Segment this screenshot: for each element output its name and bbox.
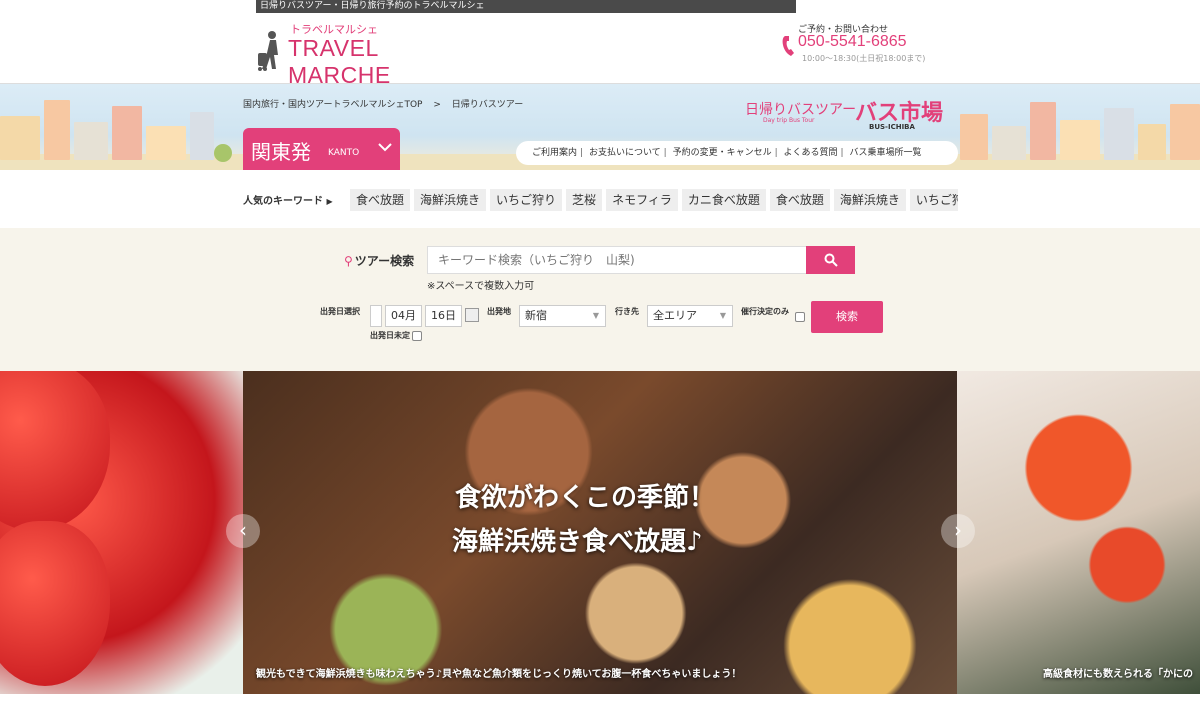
- subnav-change-cancel[interactable]: 予約の変更・キャンセル: [673, 148, 772, 158]
- search-button[interactable]: 検索: [811, 301, 883, 333]
- keyword-search-button[interactable]: [806, 246, 855, 274]
- keyword-search-input[interactable]: [427, 246, 807, 274]
- keywords-label: 人気のキーワード ▶: [243, 196, 333, 207]
- daytrip-bus-tour-label: 日帰りバスツアー Day trip Bus Tour: [745, 99, 857, 124]
- tour-search-panel: ⚲ツアー検索 ※スペースで複数入力可 出発日選択 04月 16日 出発地 新宿 …: [0, 228, 1200, 371]
- keyword-tag[interactable]: 食べ放題: [769, 189, 830, 211]
- slide-catchcopy-line2: 海鮮浜焼き食べ放題♪: [452, 527, 703, 557]
- day-select[interactable]: 16日: [425, 305, 462, 327]
- departure-select[interactable]: 新宿 ▼: [519, 305, 606, 327]
- building: [0, 116, 40, 160]
- busichiba-label: バス市場 BUS-ICHIBA: [855, 95, 943, 131]
- subnav-divider: |: [663, 148, 667, 158]
- search-icon: [824, 253, 838, 267]
- building: [1060, 120, 1100, 160]
- month-select[interactable]: 04月: [385, 305, 422, 327]
- site-header: トラベルマルシェ TRAVEL MARCHE ご予約・お問い合わせ 050-55…: [0, 13, 1200, 88]
- region-label: 関東発: [251, 140, 311, 164]
- keyword-tag[interactable]: 海鮮浜焼き: [833, 189, 906, 211]
- region-label-en: KANTO: [328, 148, 360, 158]
- subnav-divider: |: [580, 148, 584, 158]
- destination-label: 行き先: [615, 307, 639, 316]
- bus-market-logo[interactable]: 日帰りバスツアー Day trip Bus Tour バス市場 BUS-ICHI…: [745, 95, 945, 135]
- search-title: ⚲ ツアー検索: [344, 254, 415, 268]
- breadcrumb-home[interactable]: 国内旅行・国内ツアートラベルマルシェTOP: [243, 100, 422, 110]
- keyword-tag[interactable]: 食べ放題: [350, 189, 411, 211]
- strawberry-image: [0, 521, 110, 686]
- keyword-tag[interactable]: いちご狩り: [909, 189, 958, 211]
- contact-tel[interactable]: 050-5541-6865: [798, 33, 907, 51]
- destination-value: 全エリア: [653, 309, 697, 322]
- search-icon: ⚲: [344, 254, 353, 268]
- guaranteed-label: 催行決定のみ: [741, 307, 789, 316]
- building: [146, 126, 186, 160]
- building: [74, 122, 108, 160]
- keyword-tag[interactable]: いちご狩り: [490, 189, 563, 211]
- region-selector[interactable]: 関東発 KANTO: [243, 128, 400, 170]
- breadcrumb: 国内旅行・国内ツアートラベルマルシェTOP > 日帰りバスツアー: [243, 97, 531, 110]
- site-tagline: 日帰りバスツアー・日帰り旅行予約のトラベルマルシェ: [256, 0, 796, 13]
- daytrip-text: 日帰りバスツアー: [745, 102, 857, 118]
- busichiba-sub: BUS-ICHIBA: [869, 123, 915, 131]
- slide-caption-right: 高級食材にも数えられる「かにの: [1043, 669, 1193, 680]
- slider-next-button[interactable]: ›: [941, 514, 975, 548]
- departure-label: 出発地: [487, 307, 511, 316]
- slider-prev-button[interactable]: ‹: [226, 514, 260, 548]
- building: [112, 106, 142, 160]
- dropdown-arrow-icon: ▼: [592, 311, 599, 320]
- contact-hours: 10:00〜18:30(土日祝18:00まで): [802, 54, 926, 63]
- top-strip: 日帰りバスツアー・日帰り旅行予約のトラベルマルシェ: [0, 0, 1200, 13]
- building: [190, 112, 214, 160]
- triangle-right-icon: ▶: [326, 197, 333, 206]
- slide-catchcopy-line1: 食欲がわくこの季節！: [455, 483, 716, 513]
- hero-slider: 食欲がわくこの季節！ 海鮮浜焼き食べ放題♪ 観光もできて海鮮浜焼きも味わえちゃう…: [0, 371, 1200, 710]
- keyword-tags: 食べ放題 海鮮浜焼き いちご狩り 芝桜 ネモフィラ カニ食べ放題 食べ放題 海鮮浜焼き いちご狩…: [350, 189, 958, 211]
- subnav-divider: |: [840, 148, 844, 158]
- logo-brand: TRAVEL MARCHE: [288, 35, 391, 88]
- undecided-checkbox[interactable]: [412, 331, 422, 341]
- keyword-tag[interactable]: カニ食べ放題: [681, 189, 766, 211]
- traveler-icon: [258, 31, 278, 71]
- keyword-tag[interactable]: ネモフィラ: [606, 189, 678, 211]
- sub-navigation: ご利用案内 | お支払いについて | 予約の変更・キャンセル | よくある質問 | バス…: [516, 141, 958, 165]
- tree: [214, 144, 232, 162]
- contact-info: ご予約・お問い合わせ 050-5541-6865 10:00〜18:30(土日祝…: [780, 22, 940, 72]
- phone-icon: [782, 36, 794, 56]
- subnav-faq[interactable]: よくある質問: [784, 148, 838, 158]
- subnav-boarding-places[interactable]: バス乗車場所一覧: [849, 148, 921, 158]
- breadcrumb-current: 日帰りバスツアー: [451, 100, 524, 110]
- building: [1170, 104, 1200, 160]
- building: [1104, 108, 1134, 160]
- strawberry-image: [0, 371, 110, 531]
- keyword-tag[interactable]: 海鮮浜焼き: [414, 189, 487, 211]
- building: [992, 126, 1026, 160]
- building: [960, 114, 988, 160]
- keyword-tag[interactable]: 芝桜: [566, 189, 603, 211]
- building: [1030, 102, 1056, 160]
- subnav-guide[interactable]: ご利用案内: [532, 148, 577, 158]
- date-label: 出発日選択: [320, 307, 360, 316]
- breadcrumb-separator: >: [433, 100, 441, 110]
- date-prefix-box: [370, 305, 382, 327]
- guaranteed-checkbox[interactable]: [795, 312, 805, 322]
- slide-crab[interactable]: [957, 371, 1200, 694]
- building: [44, 100, 70, 160]
- chevron-down-icon: [377, 138, 393, 157]
- undecided-label: 出発日未定: [370, 331, 410, 340]
- building: [1138, 124, 1166, 160]
- daytrip-sub: Day trip Bus Tour: [763, 117, 815, 124]
- destination-select[interactable]: 全エリア ▼: [647, 305, 733, 327]
- search-note: ※スペースで複数入力可: [427, 281, 535, 292]
- subnav-payment[interactable]: お支払いについて: [589, 148, 661, 158]
- subnav-divider: |: [774, 148, 778, 158]
- dropdown-arrow-icon: ▼: [719, 311, 726, 320]
- slide-caption: 観光もできて海鮮浜焼きも味わえちゃう♪貝や魚など魚介類をじっくり焼いてお腹一杯食…: [256, 669, 742, 680]
- slide-strawberry[interactable]: [0, 371, 243, 694]
- site-logo[interactable]: トラベルマルシェ TRAVEL MARCHE: [256, 21, 466, 88]
- calendar-icon[interactable]: [465, 308, 479, 322]
- departure-value: 新宿: [525, 309, 547, 322]
- popular-keywords: 人気のキーワード ▶ 食べ放題 海鮮浜焼き いちご狩り 芝桜 ネモフィラ カニ食べ放題 食べ…: [0, 170, 1200, 228]
